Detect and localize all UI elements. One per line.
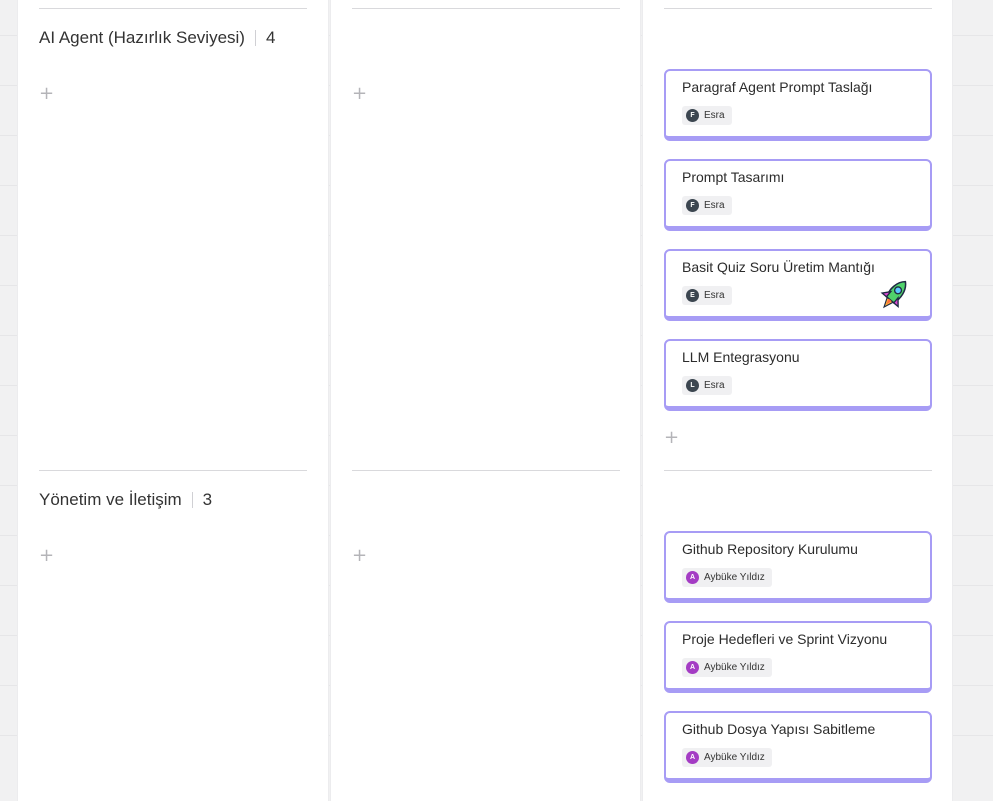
task-card-title: Paragraf Agent Prompt Taslağı xyxy=(682,79,873,95)
task-card-title: Github Repository Kurulumu xyxy=(682,541,858,557)
task-card[interactable]: Basit Quiz Soru Üretim Mantığı E Esra xyxy=(664,249,932,321)
assignee-chip[interactable]: A Aybüke Yıldız xyxy=(682,748,772,767)
task-card[interactable]: Prompt Tasarımı F Esra xyxy=(664,159,932,231)
board-column-1 xyxy=(18,0,328,801)
task-card-title: Github Dosya Yapısı Sabitleme xyxy=(682,721,876,737)
assignee-chip[interactable]: F Esra xyxy=(682,106,732,125)
task-card-title: Proje Hedefleri ve Sprint Vizyonu xyxy=(682,631,888,647)
assignee-chip[interactable]: F Esra xyxy=(682,196,732,215)
add-card-button[interactable]: + xyxy=(352,85,367,103)
add-card-button[interactable]: + xyxy=(664,429,679,447)
task-card-title: Basit Quiz Soru Üretim Mantığı xyxy=(682,259,875,275)
assignee-name: Aybüke Yıldız xyxy=(704,572,765,583)
avatar: F xyxy=(686,109,699,122)
group-count: 3 xyxy=(202,490,213,509)
column-divider xyxy=(664,8,932,9)
board-column-2 xyxy=(331,0,640,801)
avatar: A xyxy=(686,751,699,764)
header-separator xyxy=(254,30,256,46)
assignee-chip[interactable]: E Esra xyxy=(682,286,732,305)
assignee-chip[interactable]: L Esra xyxy=(682,376,732,395)
task-card-title: Prompt Tasarımı xyxy=(682,169,785,185)
add-card-button[interactable]: + xyxy=(352,547,367,565)
add-card-button[interactable]: + xyxy=(39,547,54,565)
rocket-icon xyxy=(880,280,907,309)
column-divider xyxy=(352,8,620,9)
task-card[interactable]: LLM Entegrasyonu L Esra xyxy=(664,339,932,411)
assignee-name: Esra xyxy=(704,110,725,121)
group-divider xyxy=(352,470,620,471)
add-card-button[interactable]: + xyxy=(39,85,54,103)
task-card[interactable]: Paragraf Agent Prompt Taslağı F Esra xyxy=(664,69,932,141)
task-card-title: LLM Entegrasyonu xyxy=(682,349,800,365)
assignee-name: Esra xyxy=(704,380,725,391)
group-divider xyxy=(664,470,932,471)
group-header-ai-agent[interactable]: AI Agent (Hazırlık Seviyesi) 4 xyxy=(39,28,275,48)
avatar: F xyxy=(686,199,699,212)
assignee-name: Aybüke Yıldız xyxy=(704,662,765,673)
avatar: A xyxy=(686,571,699,584)
column-divider xyxy=(39,8,307,9)
assignee-chip[interactable]: A Aybüke Yıldız xyxy=(682,658,772,677)
avatar: E xyxy=(686,289,699,302)
group-count: 4 xyxy=(265,28,276,47)
group-divider xyxy=(39,470,307,471)
group-title: AI Agent (Hazırlık Seviyesi) xyxy=(39,28,245,47)
assignee-chip[interactable]: A Aybüke Yıldız xyxy=(682,568,772,587)
assignee-name: Aybüke Yıldız xyxy=(704,752,765,763)
assignee-name: Esra xyxy=(704,290,725,301)
header-separator xyxy=(191,492,193,508)
group-header-yonetim[interactable]: Yönetim ve İletişim 3 xyxy=(39,490,212,510)
avatar: A xyxy=(686,661,699,674)
avatar: L xyxy=(686,379,699,392)
task-card[interactable]: Github Repository Kurulumu A Aybüke Yıld… xyxy=(664,531,932,603)
assignee-name: Esra xyxy=(704,200,725,211)
task-card[interactable]: Github Dosya Yapısı Sabitleme A Aybüke Y… xyxy=(664,711,932,783)
task-card[interactable]: Proje Hedefleri ve Sprint Vizyonu A Aybü… xyxy=(664,621,932,693)
group-title: Yönetim ve İletişim xyxy=(39,490,182,509)
